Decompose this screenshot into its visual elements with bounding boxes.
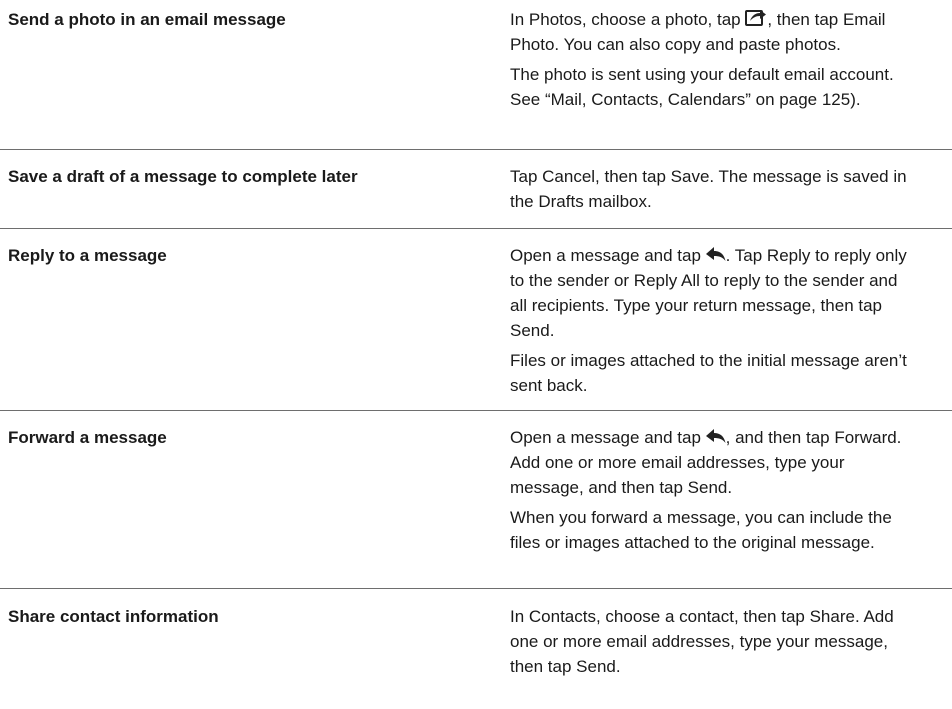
description-text: Open a message and tap	[510, 246, 706, 265]
task-label: Forward a message	[8, 428, 167, 447]
description-paragraph: Open a message and tap , and then tap Fo…	[510, 425, 912, 500]
description-text: Open a message and tap	[510, 428, 706, 447]
task-description: Open a message and tap , and then tap Fo…	[510, 425, 952, 588]
table-row: Send a photo in an email message In Phot…	[0, 0, 952, 150]
reply-arrow-icon	[705, 429, 726, 445]
table-row: Reply to a message Open a message and ta…	[0, 229, 952, 411]
task-label: Save a draft of a message to complete la…	[8, 167, 358, 186]
action-share-icon	[745, 7, 767, 27]
table-row: Forward a message Open a message and tap…	[0, 411, 952, 589]
reply-arrow-icon	[705, 247, 726, 263]
table-row: Save a draft of a message to complete la…	[0, 150, 952, 229]
description-paragraph: Open a message and tap . Tap Reply to re…	[510, 243, 912, 343]
table-row: Share contact information In Contacts, c…	[0, 589, 952, 699]
task-label: Send a photo in an email message	[8, 10, 286, 29]
task-description: In Photos, choose a photo, tap , then ta…	[510, 7, 952, 149]
task-table: Send a photo in an email message In Phot…	[0, 0, 952, 699]
task-description: Open a message and tap . Tap Reply to re…	[510, 243, 952, 410]
task-label: Share contact information	[8, 607, 219, 626]
task-description: In Contacts, choose a contact, then tap …	[510, 604, 952, 699]
description-paragraph: When you forward a message, you can incl…	[510, 508, 892, 552]
description-paragraph: The photo is sent using your default ema…	[510, 65, 894, 109]
description-paragraph: Tap Cancel, then tap Save. The message i…	[510, 167, 907, 211]
task-label: Reply to a message	[8, 246, 167, 265]
description-paragraph: In Photos, choose a photo, tap , then ta…	[510, 7, 912, 57]
description-paragraph: In Contacts, choose a contact, then tap …	[510, 607, 894, 676]
task-description: Tap Cancel, then tap Save. The message i…	[510, 164, 952, 228]
description-paragraph: Files or images attached to the initial …	[510, 351, 907, 395]
description-text: In Photos, choose a photo, tap	[510, 10, 746, 29]
